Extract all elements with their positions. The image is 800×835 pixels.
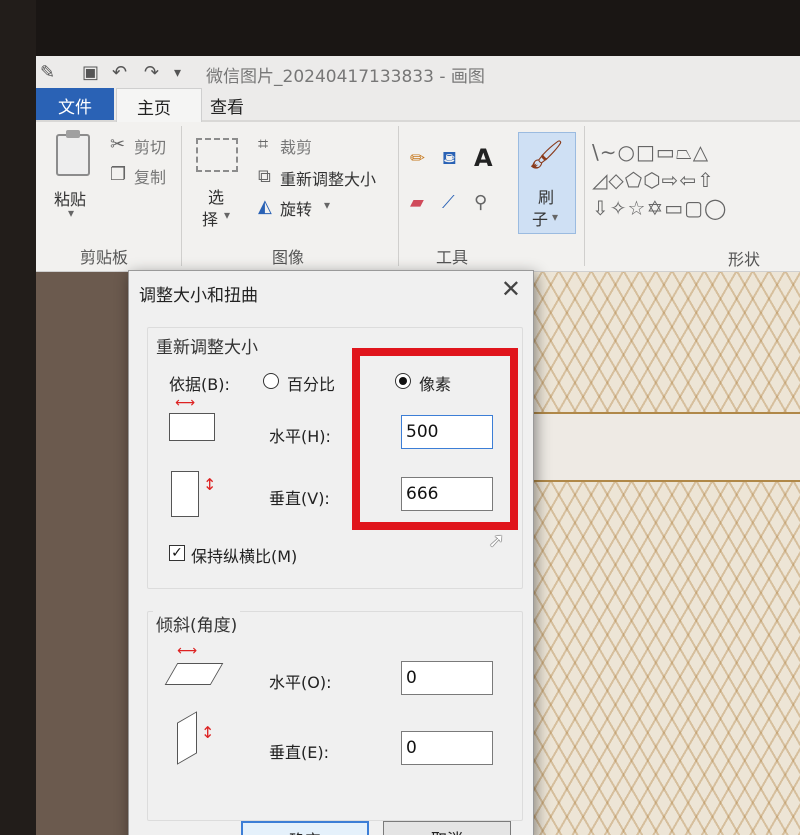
rotate-dropdown-icon[interactable]: ▾ xyxy=(324,198,330,212)
clipboard-group-label: 剪贴板 xyxy=(80,248,129,267)
title-bar: ✎ ▣ ↶ ↷ ▾ 微信图片_20240417133833 - 画图 xyxy=(36,56,800,88)
cut-button[interactable]: 剪切 xyxy=(134,134,166,158)
brushes-label-line2: 子 xyxy=(532,210,549,229)
redo-icon[interactable]: ↷ xyxy=(144,62,159,83)
maintain-aspect-label[interactable]: 保持纵横比(M) xyxy=(191,543,297,567)
select-button-line1[interactable]: 选 xyxy=(208,184,224,208)
monitor-bezel-top xyxy=(0,0,800,56)
skew-horizontal-label: 水平(O): xyxy=(269,673,332,692)
select-icon[interactable] xyxy=(196,138,238,172)
tab-home[interactable]: 主页 xyxy=(116,88,202,122)
paint-window: ✎ ▣ ↶ ↷ ▾ 微信图片_20240417133833 - 画图 文件 主页… xyxy=(36,56,800,835)
brush-icon: 🖌 xyxy=(528,138,564,171)
magnifier-icon[interactable]: ⚲ xyxy=(474,192,487,213)
shapes-gallery[interactable]: \∼○□▭⏢△ ◿◇⬠⬡⇨⇦⇧ ⇩✧☆✡▭▢◯ xyxy=(592,138,798,222)
text-tool-icon[interactable]: A xyxy=(474,144,493,172)
paint-app-icon: ✎ xyxy=(40,62,56,83)
tools-group-label: 工具 xyxy=(436,248,469,267)
brushes-label-line1: 刷 xyxy=(538,188,555,207)
vertical-resize-icon xyxy=(171,471,199,517)
skew-group xyxy=(147,611,523,821)
skew-group-title: 倾斜(角度) xyxy=(153,611,241,636)
resize-icon: ⧉ xyxy=(258,166,271,187)
ribbon-divider xyxy=(398,126,399,266)
resize-group-title: 重新调整大小 xyxy=(153,333,261,358)
rotate-button[interactable]: 旋转 xyxy=(280,196,312,220)
resize-button[interactable]: 重新调整大小 xyxy=(280,166,376,190)
eraser-icon[interactable]: ▰ xyxy=(410,192,424,213)
skew-horizontal-arrow-icon: ⟷ xyxy=(177,643,198,659)
fill-bucket-icon[interactable]: ⛾ xyxy=(442,148,457,172)
horizontal-arrow-icon: ⟷ xyxy=(175,395,196,411)
tab-file[interactable]: 文件 xyxy=(36,88,114,120)
red-highlight-box xyxy=(352,348,518,530)
crop-icon: ⌗ xyxy=(258,134,269,155)
crop-button[interactable]: 裁剪 xyxy=(280,134,312,158)
copy-button[interactable]: 复制 xyxy=(134,164,166,188)
percentage-radio[interactable] xyxy=(263,373,279,389)
by-label: 依据(B): xyxy=(169,375,230,394)
customize-dropdown-icon[interactable]: ▾ xyxy=(174,65,181,81)
skew-vertical-arrow-icon: ↕ xyxy=(201,723,215,742)
ribbon-divider xyxy=(584,126,585,266)
paste-dropdown-icon[interactable]: ▾ xyxy=(68,206,74,220)
ok-button[interactable]: 确定 xyxy=(241,821,369,835)
paste-icon[interactable] xyxy=(56,130,90,176)
image-group-label: 图像 xyxy=(272,248,305,267)
skew-vertical-input[interactable] xyxy=(401,731,493,765)
image-band xyxy=(516,412,800,482)
brushes-dropdown-icon[interactable]: ▾ xyxy=(552,210,558,224)
mouse-cursor-icon: ➚ xyxy=(488,528,505,552)
dialog-title: 调整大小和扭曲 xyxy=(139,286,258,306)
color-picker-icon[interactable]: ⟋ xyxy=(442,192,455,213)
undo-icon[interactable]: ↶ xyxy=(112,62,127,83)
close-icon[interactable]: ✕ xyxy=(501,275,521,303)
scissors-icon: ✂ xyxy=(110,134,126,155)
select-button-line2[interactable]: 择 xyxy=(202,206,218,230)
select-dropdown-icon[interactable]: ▾ xyxy=(224,208,230,222)
horizontal-resize-icon xyxy=(169,413,215,441)
copy-icon: ❐ xyxy=(110,164,127,185)
ribbon-divider xyxy=(181,126,182,266)
window-title: 微信图片_20240417133833 - 画图 xyxy=(206,67,485,87)
monitor-bezel-left xyxy=(0,0,36,835)
shapes-group-label: 形状 xyxy=(728,250,761,269)
cancel-button[interactable]: 取消 xyxy=(383,821,511,835)
maintain-aspect-checkbox[interactable]: ✓ xyxy=(169,545,185,561)
save-icon[interactable]: ▣ xyxy=(82,62,99,83)
percentage-label[interactable]: 百分比 xyxy=(287,371,335,395)
horizontal-label: 水平(H): xyxy=(269,427,331,446)
skew-vertical-label: 垂直(E): xyxy=(269,743,329,762)
tab-view[interactable]: 查看 xyxy=(210,93,244,118)
vertical-label: 垂直(V): xyxy=(269,489,330,508)
rotate-icon: ◭ xyxy=(258,196,272,217)
pencil-icon[interactable]: ✏ xyxy=(410,148,425,169)
skew-horizontal-input[interactable] xyxy=(401,661,493,695)
vertical-arrow-icon: ↕ xyxy=(203,475,217,494)
